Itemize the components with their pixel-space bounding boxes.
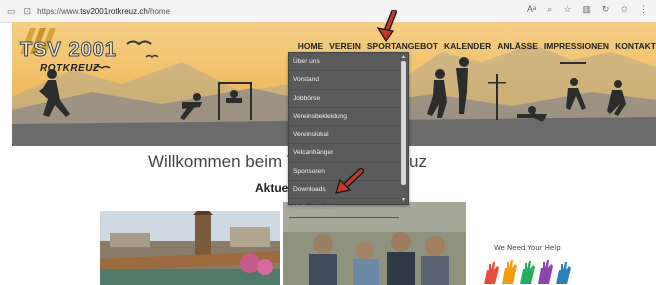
scrollbar-thumb[interactable]: [401, 61, 406, 185]
nav-item-verein[interactable]: VEREIN: [329, 41, 361, 51]
scroll-up-icon[interactable]: ▲: [400, 54, 407, 60]
nav-item-home[interactable]: HOME: [298, 41, 324, 51]
news-image-lucerne[interactable]: [100, 211, 280, 285]
menu-item-jobboerse[interactable]: Jobbörse: [289, 90, 399, 108]
dropdown-scrollbar[interactable]: ▲ ▼: [400, 54, 407, 203]
annotation-arrow-icon: [335, 168, 364, 194]
collections-icon[interactable]: ▥: [582, 4, 591, 15]
tab-icon[interactable]: ▭: [7, 6, 16, 17]
browser-address-bar: ▭ ⊡ https://www.tsv2001rotkreuz.ch/home …: [0, 0, 656, 23]
refresh-icon[interactable]: ↻: [602, 4, 610, 15]
section-title: Aktuel: [255, 181, 292, 195]
url-field[interactable]: https://www.tsv2001rotkreuz.ch/home: [37, 7, 170, 16]
read-aloud-icon[interactable]: Aᵃ: [527, 4, 536, 15]
browser-toolbar: Aᵃ ⌕ ☆ ▥ ↻ ✩ ⋮: [527, 4, 648, 15]
menu-item-helfereinsatz[interactable]: Helferemsatz: [289, 199, 399, 218]
zoom-icon[interactable]: ⌕: [547, 4, 552, 15]
main-navigation: HOME VEREIN SPORTANGEBOT KALENDER ANLÄSS…: [298, 41, 656, 51]
help-banner-image[interactable]: We Need Your Help: [478, 244, 578, 285]
menu-item-ueber-uns[interactable]: Über uns: [289, 53, 399, 72]
welcome-heading-right: uz: [409, 152, 427, 171]
nav-item-impressionen[interactable]: IMPRESSIONEN: [544, 41, 609, 51]
nav-item-kontakt[interactable]: KONTAKT: [615, 41, 656, 51]
menu-item-vereinsbekleidung[interactable]: Vereinsbekleidung: [289, 108, 399, 127]
extension-icon[interactable]: ☆: [563, 4, 571, 15]
scroll-down-icon[interactable]: ▼: [400, 197, 407, 203]
annotation-arrow-icon: [376, 10, 397, 43]
welcome-heading-left: Willkommen beim T: [148, 152, 297, 171]
logo-subtitle: ROTKREUZ: [40, 63, 100, 74]
menu-item-vereinslokal[interactable]: Vereinslokal: [289, 126, 399, 145]
nav-item-kalender[interactable]: KALENDER: [444, 41, 491, 51]
settings-icon[interactable]: ⋮: [639, 4, 648, 15]
logo-title: TSV 2001: [20, 39, 117, 62]
menu-item-velcanhaenger[interactable]: Velcanhänger: [289, 144, 399, 163]
nav-item-anlaesse[interactable]: ANLÄSSE: [497, 41, 538, 51]
favorites-icon[interactable]: ✩: [620, 4, 628, 15]
menu-item-vorstand[interactable]: Vorstand: [289, 71, 399, 90]
lock-icon: ⊡: [23, 5, 32, 16]
